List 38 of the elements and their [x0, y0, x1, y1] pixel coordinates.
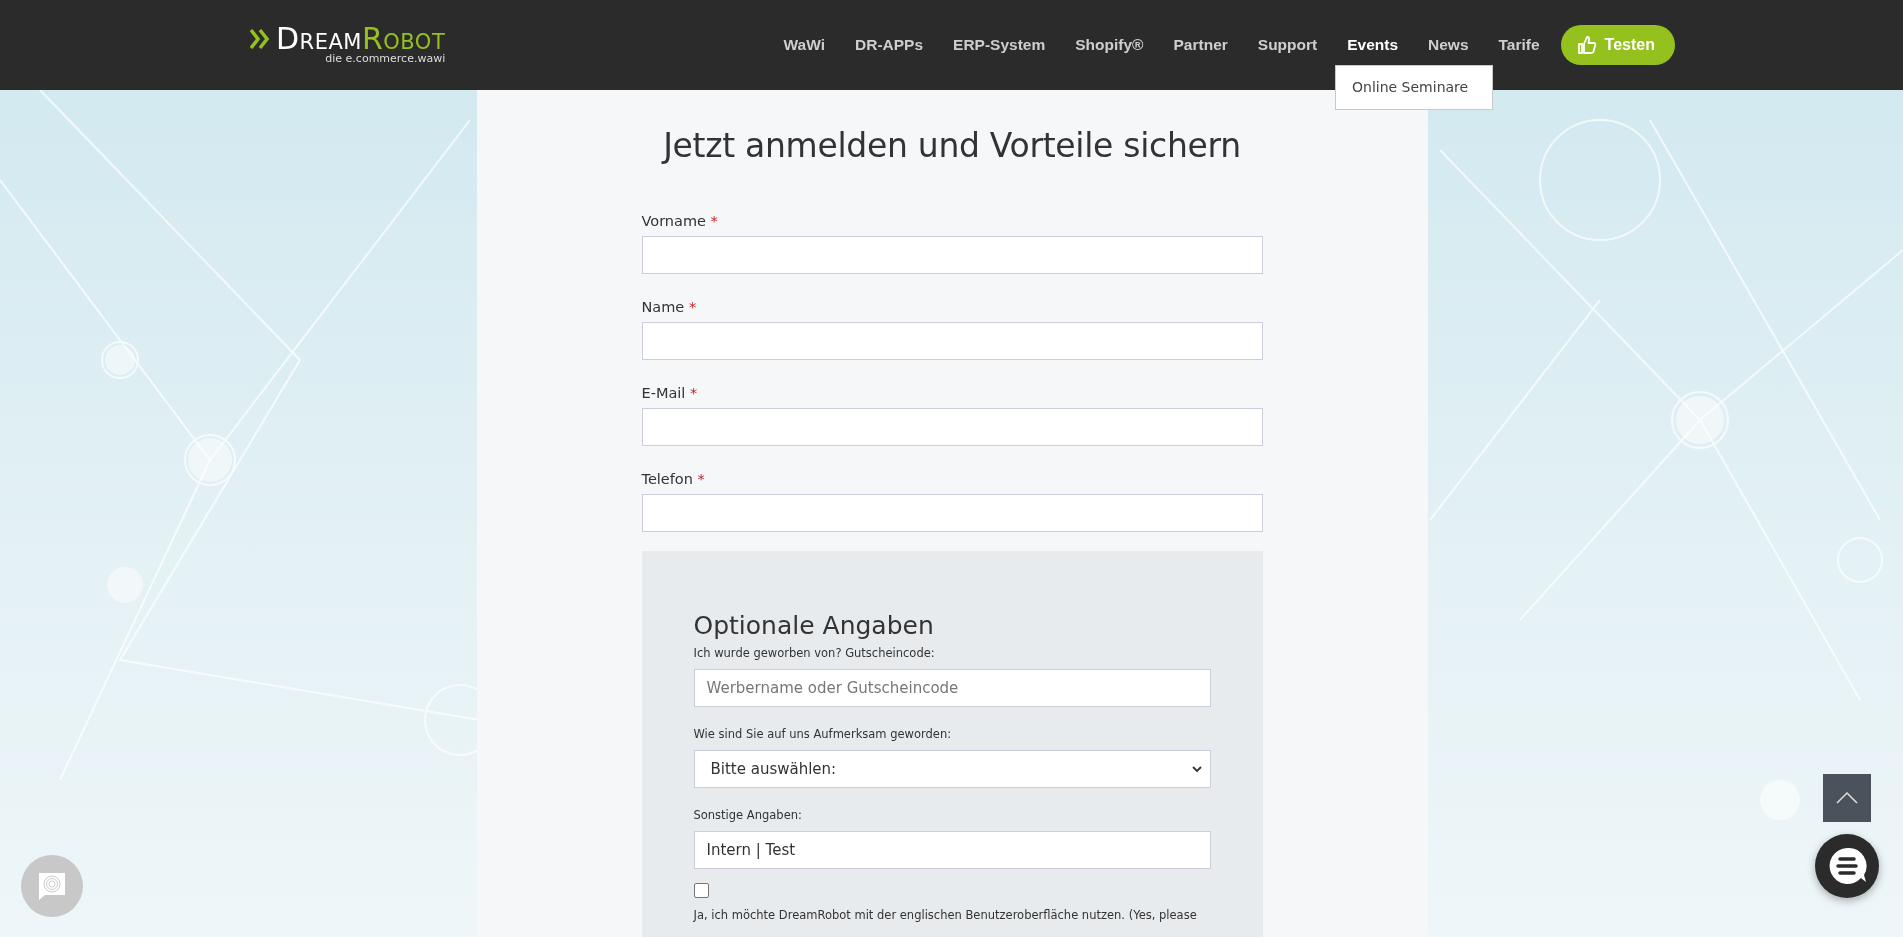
chevron-down-icon	[1191, 765, 1202, 773]
input-field[interactable]	[641, 236, 1263, 274]
thumbs-up-icon	[1576, 35, 1597, 55]
field-label: E-Mail *	[641, 385, 699, 401]
field-label: Ich wurde geworben von? Gutscheincode:	[693, 646, 936, 660]
nav-link[interactable]: Events	[1332, 28, 1414, 62]
input-field[interactable]: Werbername oder Gutscheincode	[693, 669, 1211, 707]
input-field[interactable]: Intern | Test	[693, 831, 1211, 869]
nav-link[interactable]: Support	[1242, 28, 1333, 62]
logo-tagline: die e.commerce.wawi	[325, 53, 446, 65]
nav-link[interactable]: Tarife	[1483, 28, 1555, 62]
field-label: Wie sind Sie auf uns Aufmerksam geworden:	[693, 727, 953, 741]
checkbox-label: Ja, ich möchte DreamRobot mit der englischen Benutzeroberfläche nutzen. (Yes, please	[693, 908, 1197, 922]
select-dropdown[interactable]: Bitte auswählen:	[693, 750, 1211, 788]
scroll-to-top-button[interactable]	[1823, 774, 1871, 822]
section-heading: Optionale Angaben	[693, 611, 935, 640]
nav-link[interactable]: Partner	[1158, 28, 1243, 62]
input-field[interactable]	[641, 494, 1263, 532]
dropdown-item[interactable]: Online Seminare	[1336, 79, 1492, 95]
checkbox[interactable]	[693, 883, 709, 898]
chat-button[interactable]	[1815, 834, 1879, 898]
input-field[interactable]	[641, 322, 1263, 360]
logo-wordmark[interactable]: DreamRobot	[276, 25, 446, 53]
chat-bubble-icon	[1827, 846, 1867, 886]
field-label: Name *	[641, 299, 698, 315]
input-field[interactable]	[641, 408, 1263, 446]
nav-link[interactable]: DR-APPs	[840, 28, 939, 62]
field-label: Vorname *	[641, 213, 719, 229]
chevron-up-icon	[1836, 792, 1858, 804]
nav-link[interactable]: WaWi	[768, 28, 840, 62]
form-title: Jetzt anmelden und Vorteile sichern	[663, 126, 1241, 165]
nav-link[interactable]: News	[1413, 28, 1484, 62]
double-chevron-icon	[250, 28, 272, 50]
fingerprint-chat-icon	[37, 871, 67, 901]
nav-link[interactable]: ERP-System	[938, 28, 1061, 62]
nav-link[interactable]: Shopify®	[1060, 28, 1159, 62]
field-label: Telefon *	[641, 471, 706, 487]
field-label: Sonstige Angaben:	[693, 808, 803, 822]
